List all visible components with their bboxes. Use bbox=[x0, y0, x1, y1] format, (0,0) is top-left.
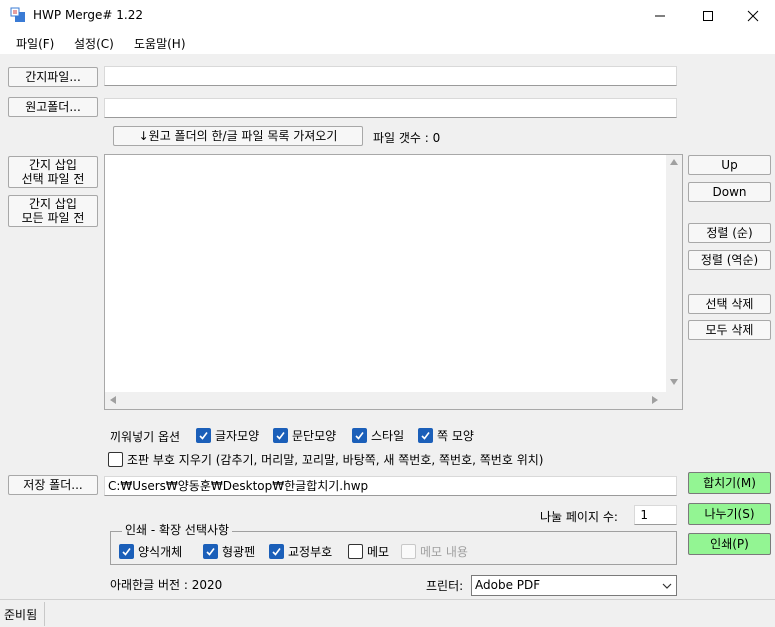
cover-file-field[interactable] bbox=[104, 66, 677, 86]
check-icon bbox=[276, 432, 285, 440]
scroll-right-icon[interactable] bbox=[652, 396, 658, 404]
check-icon bbox=[272, 548, 281, 556]
save-folder-button[interactable]: 저장 폴더... bbox=[8, 475, 98, 495]
checkbox[interactable] bbox=[348, 544, 363, 559]
checkbox[interactable] bbox=[418, 428, 433, 443]
option-para-shape[interactable]: 문단모양 bbox=[273, 427, 336, 444]
printer-select[interactable]: Adobe PDF bbox=[471, 575, 677, 596]
fetch-file-list-button[interactable]: ↓원고 폴더의 한/글 파일 목록 가져오기 bbox=[113, 126, 363, 146]
option-char-shape[interactable]: 글자모양 bbox=[196, 427, 259, 444]
window-title: HWP Merge# 1.22 bbox=[33, 8, 143, 22]
scroll-down-icon[interactable] bbox=[670, 379, 678, 385]
menu-help[interactable]: 도움말(H) bbox=[134, 35, 186, 52]
file-list[interactable] bbox=[104, 154, 683, 410]
option-style[interactable]: 스타일 bbox=[352, 427, 404, 444]
check-icon bbox=[206, 548, 215, 556]
insert-before-selected-button[interactable]: 간지 삽입 선택 파일 전 bbox=[8, 156, 98, 188]
printer-selected-value: Adobe PDF bbox=[475, 578, 541, 592]
checkbox[interactable] bbox=[108, 452, 123, 467]
check-icon bbox=[199, 432, 208, 440]
print-memo[interactable]: 메모 bbox=[348, 543, 389, 560]
split-pages-label: 나눌 페이지 수: bbox=[540, 510, 618, 524]
option-label: 글자모양 bbox=[215, 429, 260, 443]
option-label: 교정부호 bbox=[288, 545, 333, 559]
up-button[interactable]: Up bbox=[688, 155, 771, 175]
hangul-version-label: 아래한글 버전 : 2020 bbox=[110, 578, 223, 592]
option-label: 문단모양 bbox=[292, 429, 337, 443]
checkbox[interactable] bbox=[203, 544, 218, 559]
print-highlighter[interactable]: 형광펜 bbox=[203, 543, 255, 560]
print-options-legend: 인쇄 - 확장 선택사항 bbox=[122, 521, 233, 538]
draft-folder-button[interactable]: 원고폴더... bbox=[8, 97, 98, 117]
scrollbar-corner bbox=[666, 392, 682, 409]
delete-selected-button[interactable]: 선택 삭제 bbox=[688, 294, 771, 314]
cover-file-button[interactable]: 간지파일... bbox=[8, 67, 98, 87]
status-bar: 준비됨 bbox=[0, 599, 775, 627]
check-icon bbox=[122, 548, 131, 556]
maximize-button[interactable] bbox=[685, 0, 731, 32]
option-label: 스타일 bbox=[371, 429, 405, 443]
print-button[interactable]: 인쇄(P) bbox=[688, 533, 771, 555]
insert-options-label: 끼워넣기 옵션 bbox=[110, 430, 181, 444]
status-text: 준비됨 bbox=[4, 608, 38, 622]
down-button[interactable]: Down bbox=[688, 182, 771, 202]
print-memo-content: 메모 내용 bbox=[401, 543, 468, 560]
checkbox[interactable] bbox=[196, 428, 211, 443]
save-path-value: C:₩Users₩양동훈₩Desktop₩한글합치기.hwp bbox=[108, 479, 369, 493]
vertical-scrollbar[interactable] bbox=[666, 155, 682, 392]
insert-before-all-button[interactable]: 간지 삽입 모든 파일 전 bbox=[8, 195, 98, 227]
scroll-left-icon[interactable] bbox=[110, 396, 116, 404]
checkbox[interactable] bbox=[352, 428, 367, 443]
menu-settings[interactable]: 설정(C) bbox=[74, 35, 114, 52]
checkbox[interactable] bbox=[119, 544, 134, 559]
horizontal-scrollbar[interactable] bbox=[105, 392, 666, 409]
split-pages-value: 1 bbox=[640, 508, 648, 522]
save-path-field[interactable]: C:₩Users₩양동훈₩Desktop₩한글합치기.hwp bbox=[104, 476, 677, 496]
file-count-label: 파일 갯수 : 0 bbox=[373, 131, 441, 145]
minimize-icon bbox=[655, 15, 665, 17]
draft-folder-field[interactable] bbox=[104, 98, 677, 118]
checkbox[interactable] bbox=[273, 428, 288, 443]
option-page-shape[interactable]: 쪽 모양 bbox=[418, 427, 474, 444]
scroll-up-icon[interactable] bbox=[670, 159, 678, 165]
option-label: 양식개체 bbox=[138, 545, 183, 559]
menu-bar: 파일(F) 설정(C) 도움말(H) bbox=[0, 32, 775, 54]
sort-asc-button[interactable]: 정렬 (순) bbox=[688, 223, 771, 243]
option-label: 형광펜 bbox=[222, 545, 256, 559]
status-separator bbox=[44, 602, 45, 626]
delete-all-button[interactable]: 모두 삭제 bbox=[688, 320, 771, 340]
merge-button[interactable]: 합치기(M) bbox=[688, 472, 771, 494]
close-icon bbox=[747, 10, 759, 22]
option-label: 조판 부호 지우기 (감추기, 머리말, 꼬리말, 바탕쪽, 새 쪽번호, 쪽번… bbox=[127, 453, 544, 467]
checkbox[interactable] bbox=[269, 544, 284, 559]
app-icon bbox=[10, 7, 26, 23]
checkbox bbox=[401, 544, 416, 559]
option-label: 쪽 모양 bbox=[437, 429, 474, 443]
maximize-icon bbox=[703, 11, 713, 21]
print-proof-marks[interactable]: 교정부호 bbox=[269, 543, 332, 560]
option-label: 메모 bbox=[367, 545, 390, 559]
check-icon bbox=[421, 432, 430, 440]
printer-label: 프린터: bbox=[426, 579, 464, 593]
chevron-down-icon bbox=[662, 583, 672, 589]
split-button[interactable]: 나누기(S) bbox=[688, 503, 771, 525]
minimize-button[interactable] bbox=[637, 0, 683, 32]
print-form-objects[interactable]: 양식개체 bbox=[119, 543, 182, 560]
close-button[interactable] bbox=[730, 0, 775, 32]
sort-desc-button[interactable]: 정렬 (역순) bbox=[688, 250, 771, 270]
title-bar: HWP Merge# 1.22 bbox=[0, 0, 775, 32]
check-icon bbox=[355, 432, 364, 440]
remove-codes-option[interactable]: 조판 부호 지우기 (감추기, 머리말, 꼬리말, 바탕쪽, 새 쪽번호, 쪽번… bbox=[108, 451, 543, 468]
menu-file[interactable]: 파일(F) bbox=[16, 35, 54, 52]
option-label: 메모 내용 bbox=[420, 545, 468, 559]
split-pages-field[interactable]: 1 bbox=[634, 505, 677, 525]
